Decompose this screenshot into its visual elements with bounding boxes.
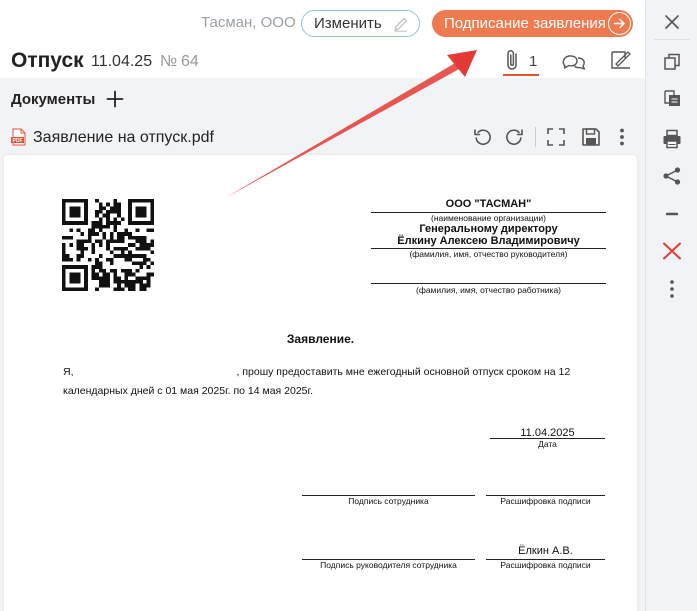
sign-statement-button[interactable]: Подписание заявления xyxy=(432,10,633,37)
sign-button-label: Подписание заявления xyxy=(444,15,606,32)
page-title: Отпуск xyxy=(11,49,84,72)
rotate-right-icon[interactable] xyxy=(503,126,525,148)
attachments-count: 1 xyxy=(529,53,538,70)
panel-divider xyxy=(654,39,690,40)
employee-sign-caption: Подпись сотрудника xyxy=(348,496,429,506)
arrow-right-icon xyxy=(608,12,631,35)
documents-section-title: Документы xyxy=(11,91,96,108)
statement-suffix: , прошу предоставить мне ежегодный основ… xyxy=(236,366,571,378)
statement-title: Заявление. xyxy=(286,332,355,346)
print-icon[interactable] xyxy=(661,128,683,150)
edit-button[interactable]: Изменить xyxy=(301,10,420,37)
statement-line-1: Я, , прошу предоставить мне ежегодный осн… xyxy=(63,366,570,378)
signature-icon[interactable] xyxy=(609,48,633,72)
decode-caption-1: Расшифровка подписи xyxy=(500,496,591,506)
edit-button-label: Изменить xyxy=(314,15,382,32)
number-sign: № xyxy=(160,53,178,70)
document-date: 11.04.25 xyxy=(91,53,153,70)
document-number: 64 xyxy=(181,53,199,70)
documents-area: Документы PDF Заявление на отпуск.pdf ОО… xyxy=(0,78,645,611)
statement-line-2: календарных дней с 01 мая 2025г. по 14 м… xyxy=(63,385,313,397)
tab-attachments[interactable]: 1 xyxy=(503,48,539,78)
card-header: Тасман, ООО Изменить Подписание заявлени… xyxy=(0,0,645,78)
delete-icon[interactable] xyxy=(661,240,683,262)
document-preview: ООО "ТАСМАН" (наименование организации) … xyxy=(4,155,637,611)
add-document-icon[interactable] xyxy=(106,90,124,108)
organization-name: ООО "ТАСМАН" xyxy=(445,198,532,210)
director-caption: (фамилия, имя, отчество руководителя) xyxy=(409,249,568,259)
company-name: Тасман, ООО xyxy=(201,14,296,31)
qr-code xyxy=(62,199,154,291)
fullscreen-icon[interactable] xyxy=(545,126,567,148)
active-tab-underline xyxy=(503,74,539,76)
file-name[interactable]: Заявление на отпуск.pdf xyxy=(33,129,214,147)
pencil-icon xyxy=(394,17,408,32)
toolbar-divider xyxy=(535,127,536,147)
addressee-title: Генеральному директору xyxy=(419,223,558,235)
file-toolbar: PDF Заявление на отпуск.pdf xyxy=(0,119,645,155)
employee-caption: (фамилия, имя, отчество работника) xyxy=(416,285,561,295)
employee-line xyxy=(371,283,606,284)
minus-icon[interactable] xyxy=(661,203,683,225)
addressee-name: Ёлкину Алексею Владимировичу xyxy=(397,235,580,247)
statement-prefix: Я, xyxy=(63,366,74,378)
rotate-left-icon[interactable] xyxy=(472,126,494,148)
close-icon[interactable] xyxy=(661,11,683,33)
date-caption: Дата xyxy=(538,439,557,449)
save-icon[interactable] xyxy=(580,126,602,148)
decode-caption-2: Расшифровка подписи xyxy=(500,560,591,570)
right-action-panel xyxy=(645,0,697,611)
pdf-file-icon: PDF xyxy=(11,128,26,146)
share-icon[interactable] xyxy=(661,165,683,187)
organization-caption: (наименование организации) xyxy=(430,213,547,223)
manager-name: Ёлкин А.В. xyxy=(518,545,573,557)
svg-text:PDF: PDF xyxy=(13,138,23,144)
copy-to-clipboard-icon[interactable] xyxy=(661,87,683,109)
more-vertical-icon[interactable] xyxy=(661,278,683,300)
more-vertical-icon[interactable] xyxy=(611,126,633,148)
paperclip-icon xyxy=(507,50,517,70)
copy-icon[interactable] xyxy=(661,51,683,73)
manager-sign-caption: Подпись руководителя сотрудника xyxy=(320,560,457,570)
chat-icon[interactable] xyxy=(561,50,587,74)
